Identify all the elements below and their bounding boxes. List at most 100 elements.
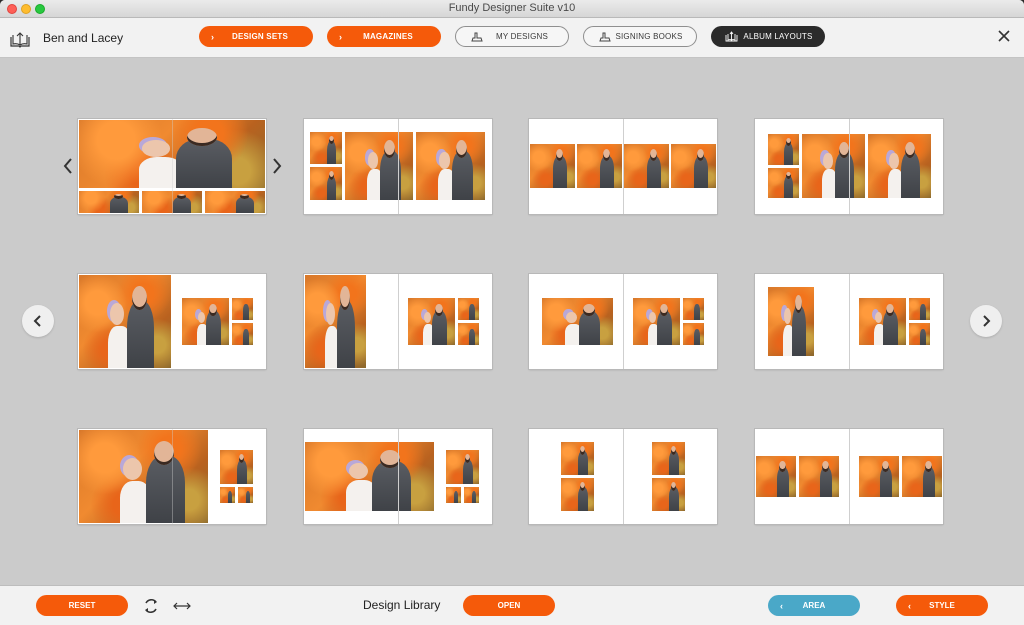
app-window: Fundy Designer Suite v10 Ben and Lacey ›… <box>0 0 1024 625</box>
layout-spread-r2c4[interactable] <box>755 274 943 369</box>
photo-slot <box>901 455 943 498</box>
layout-spread-r3c2[interactable] <box>304 429 492 524</box>
photo-slot <box>309 166 343 201</box>
photo-slot <box>755 455 797 498</box>
previous-page-button[interactable] <box>22 305 54 337</box>
chevron-right-icon: › <box>211 31 215 42</box>
photo-slot <box>623 143 670 189</box>
open-button[interactable]: OPEN <box>463 595 555 616</box>
photo-slot <box>670 143 717 189</box>
my-designs-label: MY DESIGNS <box>495 32 549 41</box>
photo-slot <box>231 322 254 346</box>
design-sets-button[interactable]: › DESIGN SETS <box>199 26 313 47</box>
photo-slot <box>560 477 595 512</box>
photo-slot <box>344 131 414 201</box>
photo-slot <box>237 486 254 504</box>
photo-slot <box>304 274 367 369</box>
project-name: Ben and Lacey <box>43 31 124 45</box>
style-button[interactable]: ‹ STYLE <box>896 595 988 616</box>
photo-slot <box>560 441 595 476</box>
album-icon <box>725 31 738 42</box>
window-title: Fundy Designer Suite v10 <box>448 2 576 14</box>
refresh-icon[interactable] <box>142 597 160 615</box>
chevron-right-icon <box>983 315 991 327</box>
photo-slot <box>801 133 866 199</box>
photo-slot <box>767 286 815 357</box>
layout-spread-r3c4[interactable] <box>755 429 943 524</box>
design-sets-label: DESIGN SETS <box>232 32 288 41</box>
album-layouts-button[interactable]: ALBUM LAYOUTS <box>711 26 825 47</box>
chevron-left-icon <box>33 315 41 327</box>
magazines-label: MAGAZINES <box>363 32 413 41</box>
top-toolbar: Ben and Lacey › DESIGN SETS › MAGAZINES … <box>0 18 1024 58</box>
photo-slot <box>798 455 840 498</box>
close-icon[interactable] <box>996 28 1012 44</box>
photo-slot <box>908 297 931 321</box>
reset-button[interactable]: RESET <box>36 595 128 616</box>
horizontal-arrows-icon[interactable] <box>172 601 192 611</box>
chevron-right-icon[interactable] <box>270 156 284 176</box>
photo-slot <box>858 455 900 498</box>
photo-slot <box>651 477 686 512</box>
pen-hand-icon <box>599 32 611 41</box>
layout-spread-r1c3[interactable] <box>529 119 717 214</box>
photo-slot <box>78 274 172 369</box>
photo-slot <box>541 297 614 346</box>
signing-books-button[interactable]: SIGNING BOOKS <box>583 26 697 47</box>
next-page-button[interactable] <box>970 305 1002 337</box>
photo-slot <box>231 297 254 321</box>
photo-slot <box>651 441 686 476</box>
title-bar: Fundy Designer Suite v10 <box>0 0 1024 18</box>
signing-books-label: SIGNING BOOKS <box>615 32 683 41</box>
bottom-toolbar: RESET Design Library OPEN ‹ AREA ‹ STYLE <box>0 585 1024 625</box>
photo-slot <box>457 322 480 346</box>
photo-slot <box>181 297 230 346</box>
area-label: AREA <box>802 601 826 610</box>
chevron-left-icon: ‹ <box>908 600 911 611</box>
open-label: OPEN <box>497 601 521 610</box>
photo-slot <box>867 133 932 199</box>
layout-spread-r1c4[interactable] <box>755 119 943 214</box>
photo-slot <box>304 441 435 512</box>
layout-spread-r2c2[interactable] <box>304 274 492 369</box>
layout-spread-r3c3[interactable] <box>529 429 717 524</box>
photo-slot <box>309 131 343 165</box>
album-layouts-label: ALBUM LAYOUTS <box>743 32 813 41</box>
layout-spread-r1c1[interactable] <box>78 119 266 214</box>
pen-hand-icon <box>471 32 483 41</box>
photo-slot <box>632 297 681 346</box>
open-book-icon <box>10 32 30 48</box>
photo-slot <box>78 190 140 214</box>
layout-spread-r2c3[interactable] <box>529 274 717 369</box>
photo-slot <box>682 322 705 346</box>
area-button[interactable]: ‹ AREA <box>768 595 860 616</box>
photo-slot <box>576 143 623 189</box>
chevron-right-icon: › <box>339 31 343 42</box>
layout-spread-r2c1[interactable] <box>78 274 266 369</box>
photo-slot <box>407 297 456 346</box>
photo-slot <box>682 297 705 321</box>
my-designs-button[interactable]: MY DESIGNS <box>455 26 569 47</box>
photo-slot <box>767 133 800 166</box>
design-library-title: Design Library <box>363 598 441 612</box>
layout-spread-r1c2[interactable] <box>304 119 492 214</box>
photo-slot <box>78 429 209 524</box>
photo-slot <box>908 322 931 346</box>
magazines-button[interactable]: › MAGAZINES <box>327 26 441 47</box>
photo-slot <box>445 449 480 485</box>
layout-grid <box>0 59 1024 585</box>
photo-slot <box>457 297 480 321</box>
photo-slot <box>463 486 480 504</box>
chevron-left-icon[interactable] <box>61 156 75 176</box>
reset-label: RESET <box>68 601 96 610</box>
photo-slot <box>529 143 576 189</box>
layout-spread-r3c1[interactable] <box>78 429 266 524</box>
photo-slot <box>767 167 800 199</box>
photo-slot <box>219 449 254 485</box>
photo-slot <box>204 190 266 214</box>
photo-slot <box>445 486 462 504</box>
photo-slot <box>858 297 907 346</box>
photo-slot <box>415 131 486 201</box>
chevron-left-icon: ‹ <box>780 600 783 611</box>
style-label: STYLE <box>929 601 955 610</box>
